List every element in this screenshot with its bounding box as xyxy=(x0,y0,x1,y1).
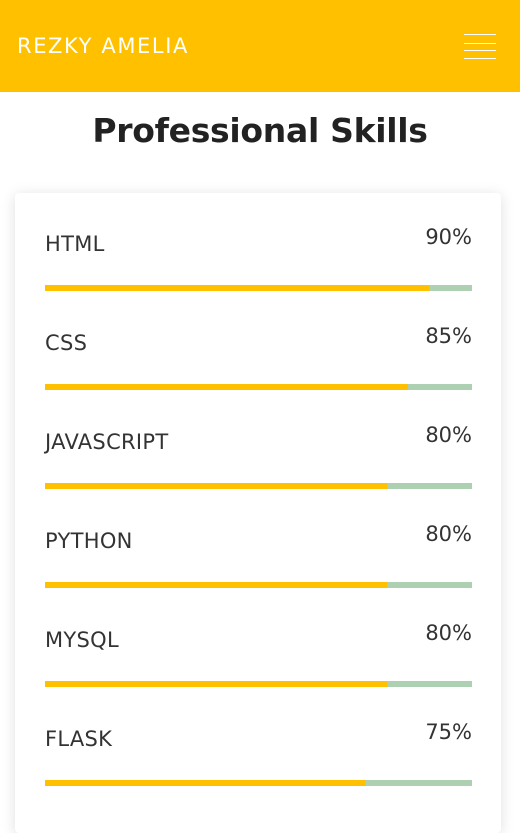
skill-percent: 80% xyxy=(425,621,472,645)
skill-percent: 75% xyxy=(425,720,472,744)
skill-progress-fill xyxy=(45,582,387,588)
skill-item-mysql: MYSQL 80% xyxy=(15,589,501,688)
skill-progress-bar xyxy=(45,384,472,390)
menu-line-lower-middle xyxy=(464,50,496,51)
menu-line-top xyxy=(464,34,496,35)
skill-progress-bar xyxy=(45,483,472,489)
skill-progress-bar xyxy=(45,780,472,786)
skills-card: HTML 90% CSS 85% JAVASCRIPT 80% PYTHON 8… xyxy=(15,193,501,833)
skill-name: CSS xyxy=(45,331,88,355)
skill-percent: 80% xyxy=(425,522,472,546)
skill-progress-bar xyxy=(45,681,472,687)
skill-progress-fill xyxy=(45,483,387,489)
skill-item-css: CSS 85% xyxy=(15,292,501,391)
skill-name: JAVASCRIPT xyxy=(45,430,169,454)
hamburger-menu-icon[interactable] xyxy=(456,28,500,64)
skill-name: FLASK xyxy=(45,727,113,751)
menu-line-bottom xyxy=(464,58,496,59)
skill-item-python: PYTHON 80% xyxy=(15,490,501,589)
skill-item-html: HTML 90% xyxy=(15,193,501,292)
menu-line-upper-middle xyxy=(464,43,496,44)
skill-name: HTML xyxy=(45,232,105,256)
site-header: REZKY AMELIA xyxy=(0,0,520,92)
page-title: Professional Skills xyxy=(92,111,428,150)
skill-name: PYTHON xyxy=(45,529,133,553)
skill-progress-bar xyxy=(45,285,472,291)
skill-item-javascript: JAVASCRIPT 80% xyxy=(15,391,501,490)
skill-progress-fill xyxy=(45,285,430,291)
skill-percent: 80% xyxy=(425,423,472,447)
skill-percent: 90% xyxy=(425,225,472,249)
skill-item-flask: FLASK 75% xyxy=(15,688,501,787)
site-brand[interactable]: REZKY AMELIA xyxy=(17,31,189,61)
skill-progress-fill xyxy=(45,681,387,687)
skill-progress-fill xyxy=(45,384,408,390)
skill-percent: 85% xyxy=(425,324,472,348)
skill-name: MYSQL xyxy=(45,628,120,652)
skill-progress-bar xyxy=(45,582,472,588)
skill-progress-fill xyxy=(45,780,366,786)
